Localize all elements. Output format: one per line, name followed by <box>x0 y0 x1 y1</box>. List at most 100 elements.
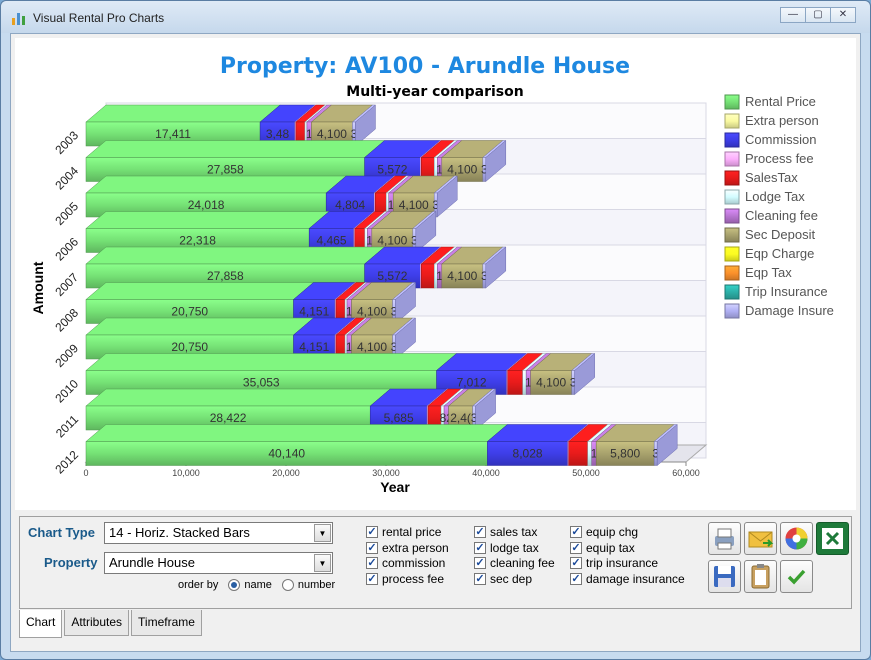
check-label: lodge tax <box>490 541 539 555</box>
checkbox-icon: ✓ <box>474 542 486 554</box>
legend-swatch <box>724 303 740 319</box>
checkbox-icon: ✓ <box>366 542 378 554</box>
excel-export-button[interactable] <box>816 522 849 555</box>
chevron-down-icon: ▼ <box>314 554 331 572</box>
ok-button[interactable] <box>780 560 813 593</box>
legend-label: Commission <box>745 132 817 147</box>
app-window: Visual Rental Pro Charts — ▢ ✕ Property:… <box>0 0 871 660</box>
legend-swatch <box>724 246 740 262</box>
chart-type-select[interactable]: 14 - Horiz. Stacked Bars ▼ <box>104 522 333 544</box>
checkbox-icon: ✓ <box>474 573 486 585</box>
tab-timeframe[interactable]: Timeframe <box>131 610 202 636</box>
title-bar: Visual Rental Pro Charts — ▢ ✕ <box>1 1 870 33</box>
print-button[interactable] <box>708 522 741 555</box>
check-label: equip tax <box>586 541 635 555</box>
x-tick-label: 20,000 <box>272 468 300 478</box>
check-equip-tax[interactable]: ✓ equip tax <box>570 541 635 555</box>
check-sales-tax[interactable]: ✓ sales tax <box>474 525 537 539</box>
x-tick-label: 30,000 <box>372 468 400 478</box>
checkbox-icon: ✓ <box>570 542 582 554</box>
y-category-label: 2012 <box>52 447 81 476</box>
checkbox-icon: ✓ <box>366 557 378 569</box>
bar-data-label: 4,100 <box>447 269 477 283</box>
check-label: cleaning fee <box>490 556 555 570</box>
bar-top <box>85 353 458 371</box>
tab-attributes[interactable]: Attributes <box>64 610 130 636</box>
order-number-label: number <box>297 579 336 591</box>
legend-label: Eqp Tax <box>745 265 792 280</box>
check-sec-dep[interactable]: ✓ sec dep <box>474 572 532 586</box>
check-process-fee[interactable]: ✓ process fee <box>366 572 444 586</box>
property-select[interactable]: Arundle House ▼ <box>104 552 333 574</box>
bar-top <box>85 104 281 123</box>
legend-label: Lodge Tax <box>745 189 805 204</box>
x-tick-label: 50,000 <box>572 468 600 478</box>
bar-segment <box>421 263 435 289</box>
legend-label: Sec Deposit <box>745 227 815 242</box>
color-button[interactable] <box>780 522 813 555</box>
email-button[interactable] <box>744 522 777 555</box>
legend-swatch <box>724 170 740 186</box>
x-tick-label: 40,000 <box>472 468 500 478</box>
bar-data-label: 4,100 <box>357 340 387 354</box>
check-rental-price[interactable]: ✓ rental price <box>366 525 441 539</box>
bar-top <box>85 140 386 158</box>
window-title: Visual Rental Pro Charts <box>33 11 165 25</box>
clipboard-button[interactable] <box>744 560 777 593</box>
x-tick-label: 60,000 <box>672 468 700 478</box>
check-extra-person[interactable]: ✓ extra person <box>366 541 449 555</box>
color-wheel-icon <box>785 527 808 550</box>
chart-type-value: 14 - Horiz. Stacked Bars <box>109 525 250 540</box>
y-category-label: 2004 <box>52 163 81 192</box>
check-trip-insurance[interactable]: ✓ trip insurance <box>570 556 658 570</box>
bar-data-label: 27,858 <box>207 269 244 283</box>
checkmark-icon <box>787 569 806 585</box>
bar-data-label: 4,100 <box>447 163 477 177</box>
tab-chart[interactable]: Chart <box>19 610 63 638</box>
order-name-radio[interactable] <box>228 579 241 591</box>
printer-icon <box>715 528 734 550</box>
property-value: Arundle House <box>109 555 195 570</box>
legend-swatch <box>724 284 740 300</box>
check-damage-insurance[interactable]: ✓ damage insurance <box>570 572 685 586</box>
chart-app-icon <box>12 13 25 25</box>
bar-data-label: 5,800 <box>610 447 640 461</box>
bar-top <box>85 317 315 336</box>
check-equip-chg[interactable]: ✓ equip chg <box>570 525 638 539</box>
checkbox-icon: ✓ <box>366 526 378 538</box>
envelope-icon <box>748 531 774 548</box>
check-lodge-tax[interactable]: ✓ lodge tax <box>474 541 539 555</box>
order-number-radio[interactable] <box>281 579 294 591</box>
bar-data-label: 24,018 <box>188 198 225 212</box>
legend-label: Eqp Charge <box>745 246 814 261</box>
y-category-label: 2005 <box>52 199 81 228</box>
bar-data-label: 20,750 <box>171 305 208 319</box>
check-cleaning-fee[interactable]: ✓ cleaning fee <box>474 556 555 570</box>
close-button[interactable]: ✕ <box>830 7 856 23</box>
bar-data-label: 5,685 <box>384 411 414 425</box>
legend-label: Extra person <box>745 113 819 128</box>
clipboard-icon <box>751 564 770 589</box>
property-label: Property <box>44 555 98 570</box>
tab-strip: Chart Attributes Timeframe <box>19 610 204 638</box>
chevron-down-icon: ▼ <box>314 524 331 542</box>
client-area: Property: AV100 - Arundle House Multi-yea… <box>10 33 861 652</box>
excel-icon <box>822 528 843 549</box>
minimize-button[interactable]: — <box>780 7 806 23</box>
bar-data-label: 4,804 <box>335 198 365 212</box>
chart-title: Property: AV100 - Arundle House <box>220 54 630 79</box>
maximize-button[interactable]: ▢ <box>805 7 831 23</box>
legend-swatch <box>724 113 740 129</box>
bar-data-label: 40,140 <box>268 447 305 461</box>
save-button[interactable] <box>708 560 741 593</box>
controls-panel: Chart Type 14 - Horiz. Stacked Bars ▼ Pr… <box>19 516 852 609</box>
bar-data-label: 27,858 <box>207 163 244 177</box>
bar-data-label: 8,028 <box>513 447 543 461</box>
legend-label: Trip Insurance <box>745 284 828 299</box>
bar-top <box>85 175 347 194</box>
x-tick-label: 0 <box>83 468 88 478</box>
check-commission[interactable]: ✓ commission <box>366 556 445 570</box>
legend-label: Damage Insure <box>745 303 834 318</box>
checkbox-icon: ✓ <box>570 573 582 585</box>
bar-top <box>85 282 315 300</box>
